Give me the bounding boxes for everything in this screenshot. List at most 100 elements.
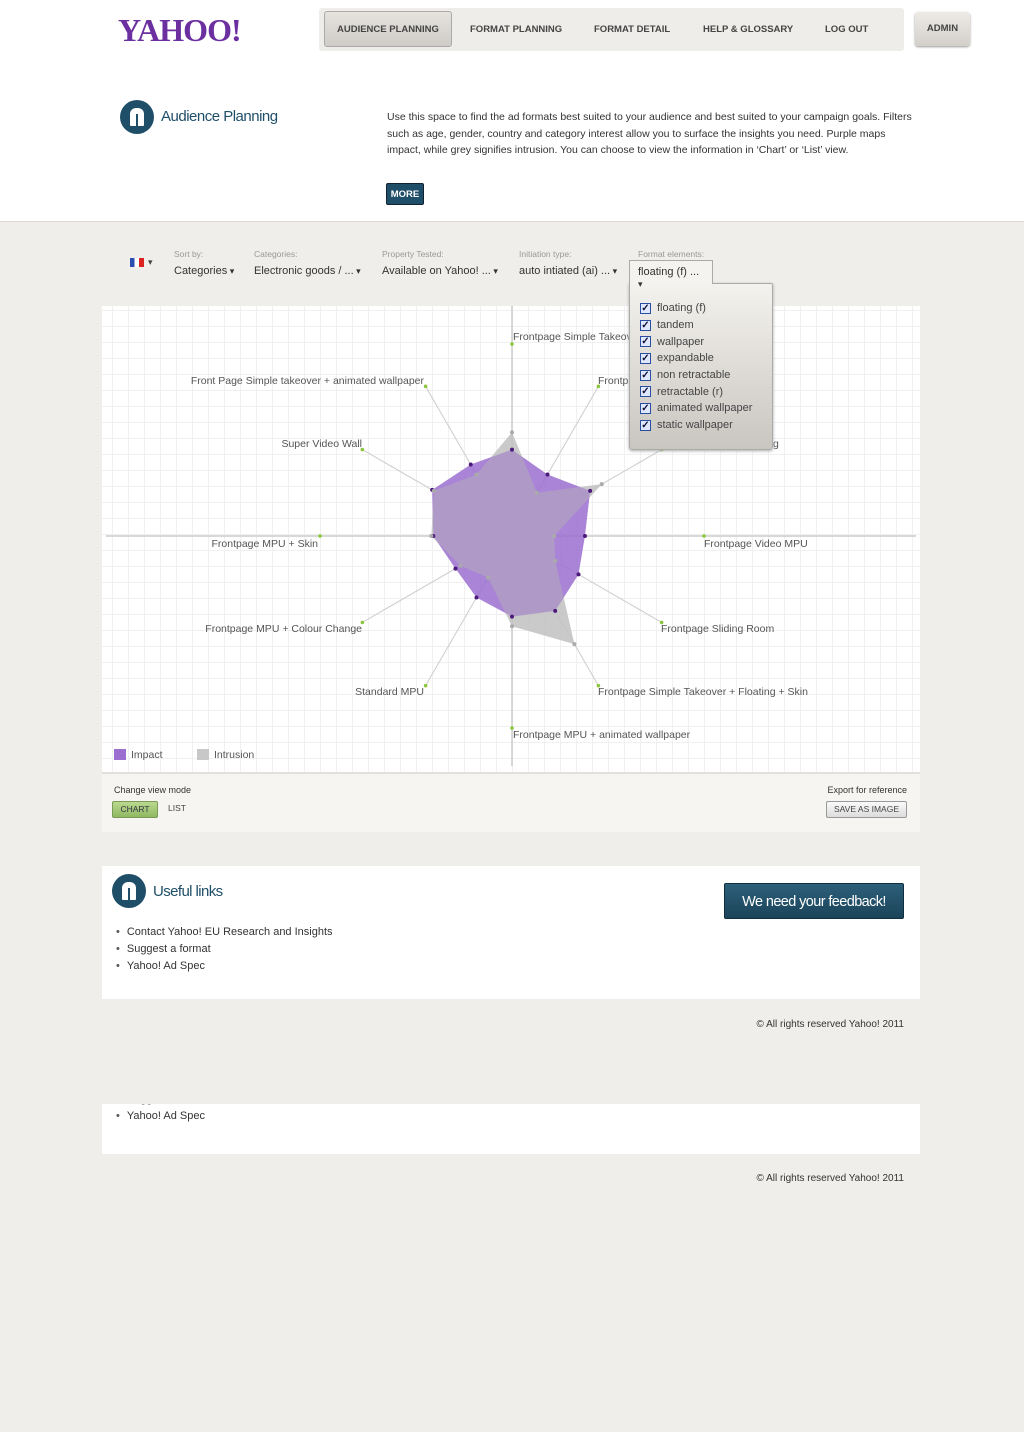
format-option[interactable]: ✓ animated wallpaper — [630, 400, 772, 417]
data-point-intrusion — [486, 575, 490, 580]
chart-view-button[interactable]: CHART — [112, 801, 158, 818]
header: YAHOO! AUDIENCE PLANNING FORMAT PLANNING… — [0, 0, 1024, 222]
checkbox-checked-icon[interactable]: ✓ — [640, 352, 651, 364]
copyright: © All rights reserved Yahoo! 2011 — [756, 1019, 904, 1030]
filter-property-tested[interactable]: Property Tested: Available on Yahoo! ... — [382, 249, 498, 277]
save-as-image-button[interactable]: SAVE AS IMAGE — [826, 801, 907, 818]
data-point-intrusion — [458, 563, 463, 568]
main-nav: AUDIENCE PLANNING FORMAT PLANNING FORMAT… — [319, 8, 904, 51]
data-point-intrusion — [552, 534, 557, 538]
data-point-impact — [582, 534, 587, 538]
format-option-label: animated wallpaper — [657, 402, 753, 415]
list-view-button[interactable]: LIST — [164, 801, 190, 818]
filter-sort-by[interactable]: Sort by: Categories — [174, 249, 234, 277]
data-point-impact — [553, 608, 558, 613]
link-contact[interactable]: Contact Yahoo! EU Research and Insights — [116, 926, 333, 943]
checkbox-checked-icon[interactable]: ✓ — [640, 319, 651, 331]
format-elements-dropdown[interactable]: floating (f) ... — [629, 260, 713, 290]
format-option-label: expandable — [657, 352, 714, 365]
useful-links-panel-duplicate: Suggest a format Yahoo! Ad Spec — [102, 1104, 920, 1154]
link-ad-spec[interactable]: Yahoo! Ad Spec — [116, 960, 333, 977]
data-point-impact — [510, 614, 514, 619]
legend-swatch-intrusion — [197, 749, 209, 760]
link-suggest-format[interactable]: Suggest a format — [116, 943, 333, 960]
axis-end-dot — [423, 683, 428, 688]
format-elements-menu: ✓ floating (f) ✓ tandem ✓ wallpaper ✓ expandabl… — [629, 283, 773, 450]
useful-links-title: Useful links — [153, 883, 223, 900]
filter-value[interactable]: Available on Yahoo! ... — [382, 265, 498, 277]
format-option[interactable]: ✓ retractable (r) — [630, 383, 772, 400]
chevron-down-icon[interactable]: ▾ — [148, 257, 153, 268]
data-point-impact — [510, 447, 514, 452]
axis-end-dot — [423, 384, 428, 389]
feedback-button[interactable]: We need your feedback! — [724, 883, 904, 919]
checkbox-checked-icon[interactable]: ✓ — [640, 402, 651, 414]
filter-categories[interactable]: Categories: Electronic goods / ... — [254, 249, 361, 277]
category-label: Frontpage Sliding Room — [661, 623, 774, 635]
format-option[interactable]: ✓ tandem — [630, 317, 772, 334]
data-point-intrusion — [474, 472, 479, 477]
checkbox-checked-icon[interactable]: ✓ — [640, 336, 651, 348]
page-title: Audience Planning — [161, 108, 278, 125]
category-label: Frontpage Video MPU — [704, 538, 808, 550]
useful-links-list: Suggest a format Yahoo! Ad Spec — [116, 1104, 211, 1127]
filter-value[interactable]: Categories — [174, 265, 234, 277]
checkbox-checked-icon[interactable]: ✓ — [640, 302, 651, 314]
category-label: Front Page Simple takeover + animated wa… — [191, 375, 425, 387]
link-ad-spec[interactable]: Yahoo! Ad Spec — [116, 1110, 211, 1127]
category-label: Frontpage MPU + Colour Change — [205, 623, 362, 635]
filter-label: Sort by: — [174, 249, 204, 259]
format-option-label: retractable (r) — [657, 385, 724, 398]
checkbox-checked-icon[interactable]: ✓ — [640, 369, 651, 381]
data-point-intrusion — [534, 490, 539, 495]
format-option[interactable]: ✓ wallpaper — [630, 333, 772, 350]
data-point-impact — [588, 488, 593, 493]
chart-panel: Frontpage Simple Takeov Frontpa g Frontpage… — [102, 306, 920, 832]
chart-footer: Change view mode CHART LIST Export for r… — [102, 772, 920, 832]
nav-format-planning[interactable]: FORMAT PLANNING — [470, 8, 562, 51]
data-point-impact — [576, 572, 581, 577]
data-point-impact — [453, 566, 458, 571]
format-option-label: wallpaper — [657, 335, 705, 348]
category-label: Super Video Wall — [281, 438, 362, 450]
filter-label: Categories: — [254, 249, 298, 259]
category-label: g — [773, 438, 779, 450]
category-label: Frontpage Simple Takeover + Floating + S… — [598, 686, 808, 698]
format-option-label: tandem — [657, 319, 694, 332]
admin-button[interactable]: ADMIN — [915, 12, 970, 46]
people-icon — [120, 100, 154, 134]
nav-format-detail[interactable]: FORMAT DETAIL — [594, 8, 670, 51]
filter-value[interactable]: Electronic goods / ... — [254, 265, 361, 277]
filter-label: Initiation type: — [519, 249, 572, 259]
format-option[interactable]: ✓ expandable — [630, 350, 772, 367]
format-option[interactable]: ✓ non retractable — [630, 367, 772, 384]
more-button[interactable]: MORE — [386, 183, 424, 205]
nav-help-glossary[interactable]: HELP & GLOSSARY — [703, 8, 793, 51]
data-point-impact — [474, 595, 479, 600]
category-label: Frontpage MPU + Skin — [211, 538, 318, 550]
data-point-intrusion — [572, 642, 577, 647]
data-point-impact — [545, 472, 550, 477]
change-view-label: Change view mode — [114, 785, 192, 795]
nav-log-out[interactable]: LOG OUT — [825, 8, 868, 51]
filter-value[interactable]: auto intiated (ai) ... — [519, 265, 617, 277]
format-option[interactable]: ✓ static wallpaper — [630, 417, 772, 434]
france-flag-icon[interactable] — [130, 258, 144, 267]
data-point-intrusion — [510, 430, 514, 435]
format-option-label: static wallpaper — [657, 419, 733, 432]
data-point-intrusion — [510, 624, 514, 629]
data-point-impact — [468, 462, 473, 467]
radar-chart: Frontpage Simple TakeovFrontpagFrontpage… — [106, 306, 916, 766]
format-option[interactable]: ✓ floating (f) — [630, 300, 772, 317]
intro-text: Use this space to find the ad formats be… — [387, 111, 912, 157]
format-option-label: non retractable — [657, 369, 731, 382]
data-point-intrusion — [599, 482, 604, 487]
filter-initiation-type[interactable]: Initiation type: auto intiated (ai) ... — [519, 249, 617, 277]
checkbox-checked-icon[interactable]: ✓ — [640, 419, 651, 431]
yahoo-logo[interactable]: YAHOO! — [118, 12, 242, 49]
data-point-intrusion — [431, 488, 436, 493]
filter-label: Format elements: — [638, 249, 705, 259]
nav-audience-planning[interactable]: AUDIENCE PLANNING — [324, 11, 452, 47]
checkbox-checked-icon[interactable]: ✓ — [640, 386, 651, 398]
category-label: Frontpage Simple Takeov — [513, 331, 633, 343]
